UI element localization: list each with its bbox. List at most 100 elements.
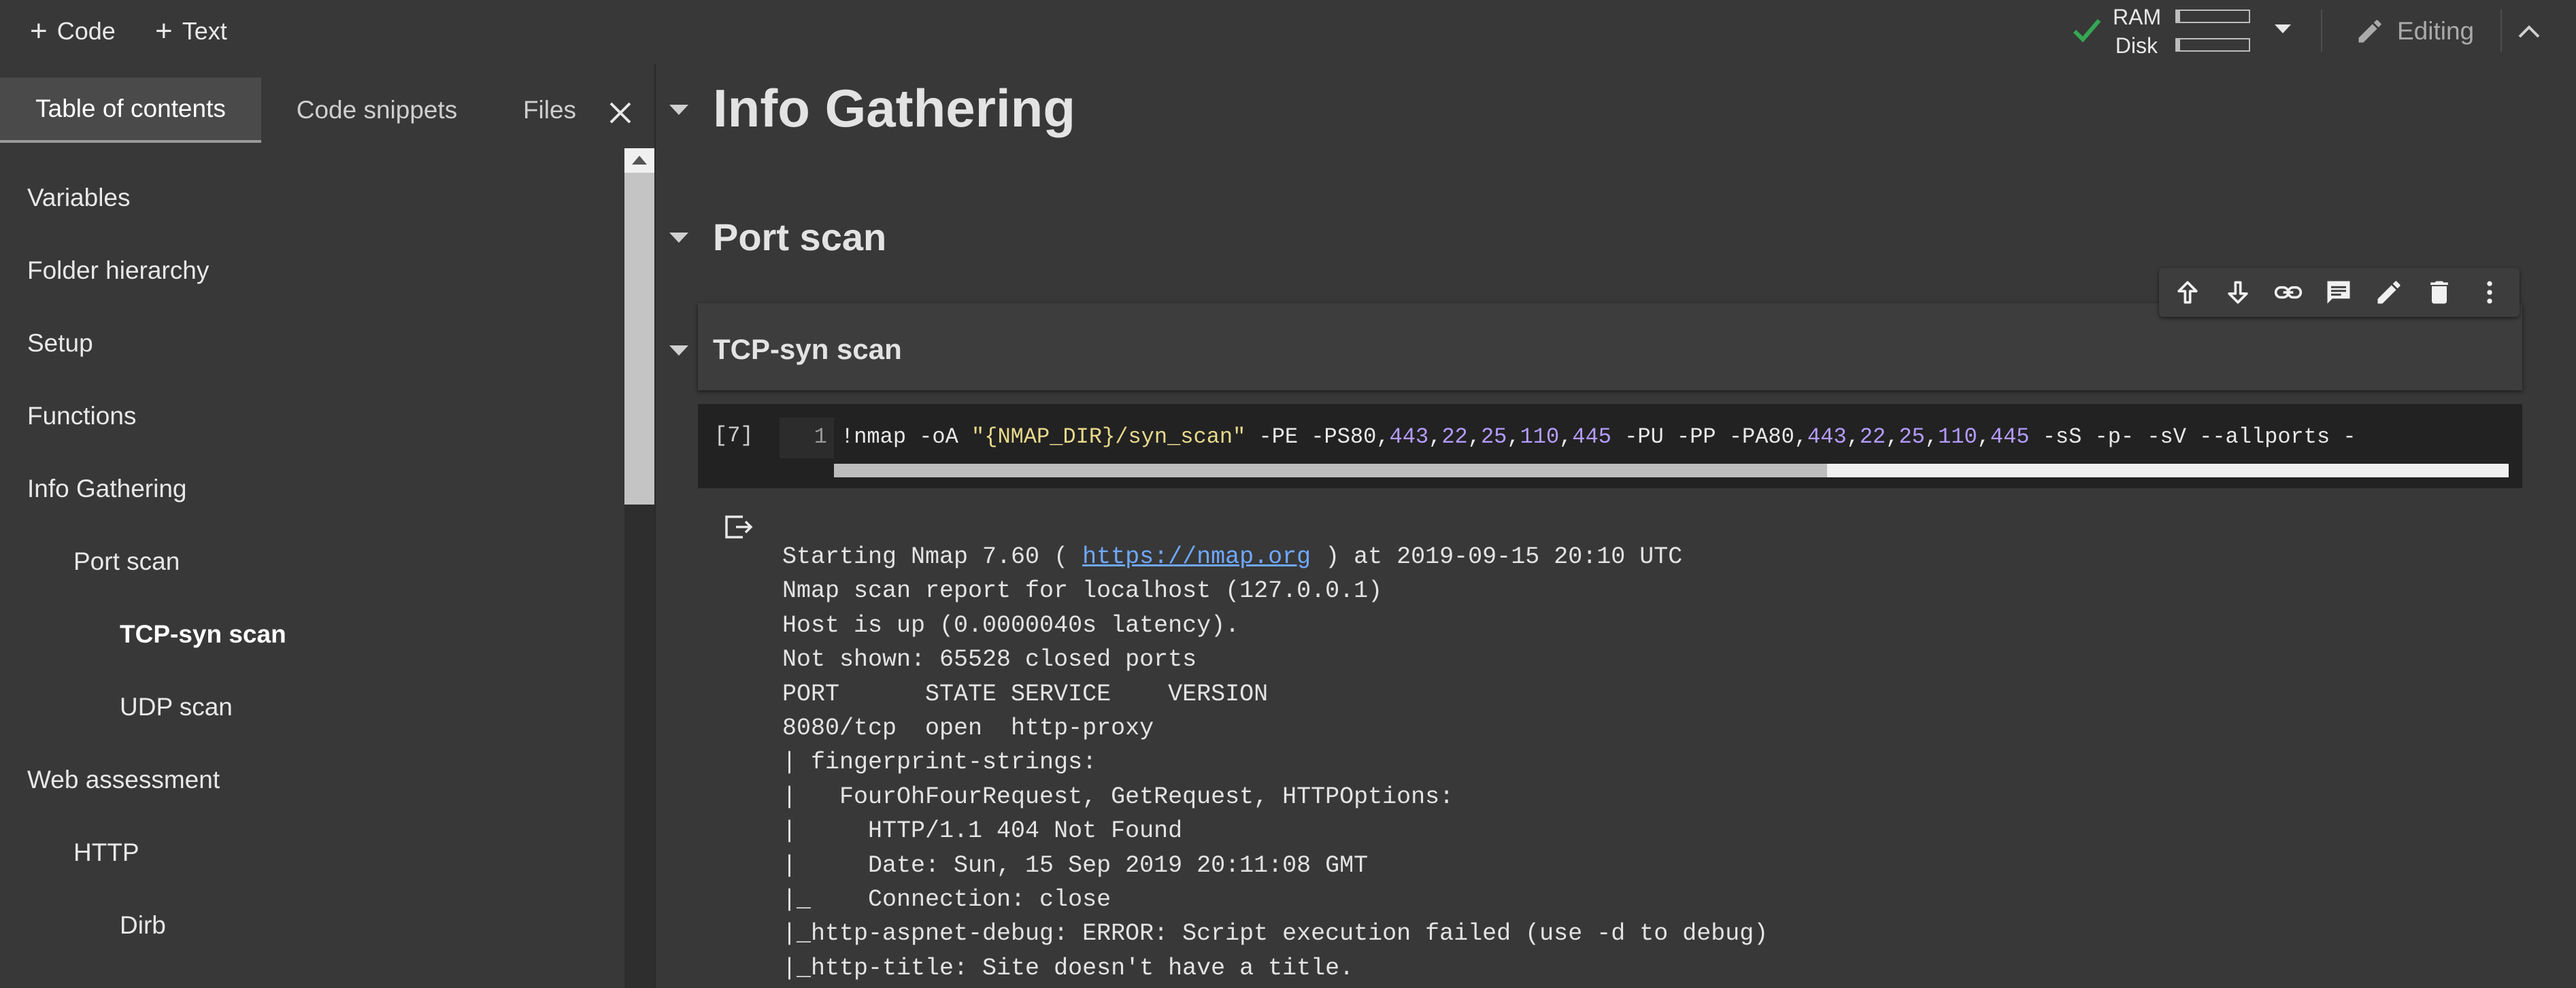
ram-usage-bar [2175, 10, 2250, 23]
code-token: -sS -p- -sV --allports - [2029, 424, 2356, 449]
editing-mode-button[interactable]: Editing [2355, 12, 2474, 50]
code-number-token: 445 [1572, 424, 1611, 449]
table-of-contents: Variables Folder hierarchy Setup Functio… [0, 150, 623, 988]
execution-count[interactable]: [7] [714, 423, 754, 448]
toc-item-dirb[interactable]: Dirb [120, 911, 166, 940]
code-number-token: 443 [1389, 424, 1429, 449]
runtime-dropdown-icon[interactable] [2275, 24, 2291, 33]
scrollbar-thumb[interactable] [834, 464, 1827, 477]
delete-icon[interactable] [2424, 277, 2454, 307]
link-icon[interactable] [2273, 277, 2303, 307]
toc-item-setup[interactable]: Setup [27, 329, 93, 358]
output-line: PORT STATE SERVICE VERSION [782, 680, 1269, 708]
disk-usage-fill [2177, 39, 2181, 50]
cell-toolbar [2159, 268, 2520, 317]
toolbar-divider [2321, 10, 2322, 52]
output-line: |_http-aspnet-debug: ERROR: Script execu… [782, 920, 1769, 948]
code-token: !nmap -oA [841, 424, 972, 449]
code-token: -PU -PP -PA80, [1611, 424, 1808, 449]
toc-item-udp-scan[interactable]: UDP scan [120, 693, 233, 721]
code-token: , [1559, 424, 1573, 449]
code-token: , [1428, 424, 1442, 449]
output-line: | fingerprint-strings: [782, 749, 1097, 777]
close-icon[interactable] [607, 99, 634, 126]
tab-code-snippets[interactable]: Code snippets [261, 78, 492, 143]
code-number-token: 22 [1441, 424, 1468, 449]
code-token: -PE -PS80, [1245, 424, 1390, 449]
connected-check-icon [2073, 19, 2101, 43]
sidebar-scrollbar[interactable] [624, 148, 654, 988]
code-number-token: 22 [1859, 424, 1886, 449]
code-token: , [1467, 424, 1481, 449]
toc-item-http[interactable]: HTTP [73, 838, 139, 867]
output-clear-icon[interactable] [722, 513, 754, 541]
resource-labels[interactable]: RAM Disk [2113, 3, 2162, 60]
comment-icon[interactable] [2324, 277, 2354, 307]
scrollbar-thumb[interactable] [624, 173, 654, 505]
output-line: Host is up (0.0000040s latency). [782, 611, 1240, 639]
code-horizontal-scrollbar[interactable] [834, 464, 2509, 477]
toc-item-info-gathering[interactable]: Info Gathering [27, 475, 186, 503]
heading-tcp-syn-scan: TCP-syn scan [713, 333, 902, 365]
disk-usage-bar [2175, 38, 2250, 52]
output-line: | FourOhFourRequest, GetRequest, HTTPOpt… [782, 783, 1454, 811]
code-number-token: 443 [1807, 424, 1847, 449]
more-vert-icon[interactable] [2475, 277, 2505, 307]
toolbar-divider [2500, 10, 2502, 52]
notebook-area: Info Gathering Port scan TCP-syn scan [7… [656, 64, 2576, 988]
output-line: | Date: Sun, 15 Sep 2019 20:11:08 GMT [782, 851, 1369, 879]
tab-label: Files [522, 96, 577, 124]
output-line: 8080/tcp open http-proxy [782, 715, 1154, 743]
collapse-section-icon[interactable] [669, 105, 688, 115]
toc-item-web-assessment[interactable]: Web assessment [27, 766, 220, 794]
scroll-up-button[interactable] [624, 148, 654, 173]
toc-item-variables[interactable]: Variables [27, 184, 131, 212]
add-code-label: Code [56, 17, 116, 45]
pencil-icon [2358, 20, 2381, 43]
code-number-token: 25 [1480, 424, 1507, 449]
heading-port-scan: Port scan [713, 216, 887, 258]
ram-usage-fill [2177, 11, 2181, 22]
line-number: 1 [814, 424, 827, 449]
chevron-up-icon[interactable] [2515, 19, 2543, 44]
output-line: Starting Nmap 7.60 ( https://nmap.org ) … [782, 540, 1768, 574]
collapse-section-icon[interactable] [669, 233, 688, 243]
add-text-label: Text [182, 17, 227, 45]
nmap-link[interactable]: https://nmap.org [1082, 543, 1311, 570]
add-code-button[interactable]: + Code [30, 12, 116, 50]
sidebar: Table of contents Code snippets Files Va… [0, 64, 656, 988]
code-line[interactable]: !nmap -oA "{NMAP_DIR}/syn_scan" -PE -PS8… [841, 424, 2517, 449]
collapse-section-icon[interactable] [669, 345, 688, 356]
code-token: , [1977, 424, 1990, 449]
code-string-token: "{NMAP_DIR}/syn_scan" [971, 424, 1246, 449]
disk-label: Disk [2115, 33, 2158, 58]
tab-table-of-contents[interactable]: Table of contents [0, 78, 261, 143]
code-number-token: 445 [1990, 424, 2030, 449]
ram-label: RAM [2113, 5, 2162, 29]
output-text: Starting Nmap 7.60 ( [782, 543, 1083, 570]
code-number-token: 110 [1938, 424, 1977, 449]
add-text-button[interactable]: + Text [155, 12, 227, 50]
toc-item-folder-hierarchy[interactable]: Folder hierarchy [27, 256, 209, 285]
code-token: , [1846, 424, 1860, 449]
arrow-up-icon[interactable] [2173, 277, 2203, 307]
plus-icon: + [30, 14, 48, 48]
output-line: Not shown: 65528 closed ports [782, 646, 1197, 674]
output-line: Nmap scan report for localhost (127.0.0.… [782, 577, 1383, 605]
output-line: |_http-title: Site doesn't have a title. [782, 954, 1354, 982]
tab-label: Code snippets [296, 96, 458, 124]
toc-item-port-scan[interactable]: Port scan [73, 547, 180, 576]
plus-icon: + [155, 14, 173, 48]
line-gutter: 1 [780, 418, 834, 458]
code-token: , [1507, 424, 1520, 449]
heading-info-gathering: Info Gathering [713, 78, 1075, 138]
output-line: | HTTP/1.1 404 Not Found [782, 817, 1183, 845]
arrow-down-icon[interactable] [2223, 277, 2253, 307]
toc-item-tcp-syn-scan[interactable]: TCP-syn scan [120, 620, 286, 649]
toc-item-functions[interactable]: Functions [27, 402, 136, 430]
code-token: , [1924, 424, 1939, 449]
output-line: |_ Connection: close [782, 886, 1111, 914]
edit-icon[interactable] [2374, 277, 2404, 307]
sidebar-tabs: Table of contents Code snippets Files [0, 78, 656, 143]
tab-files[interactable]: Files [492, 78, 607, 143]
